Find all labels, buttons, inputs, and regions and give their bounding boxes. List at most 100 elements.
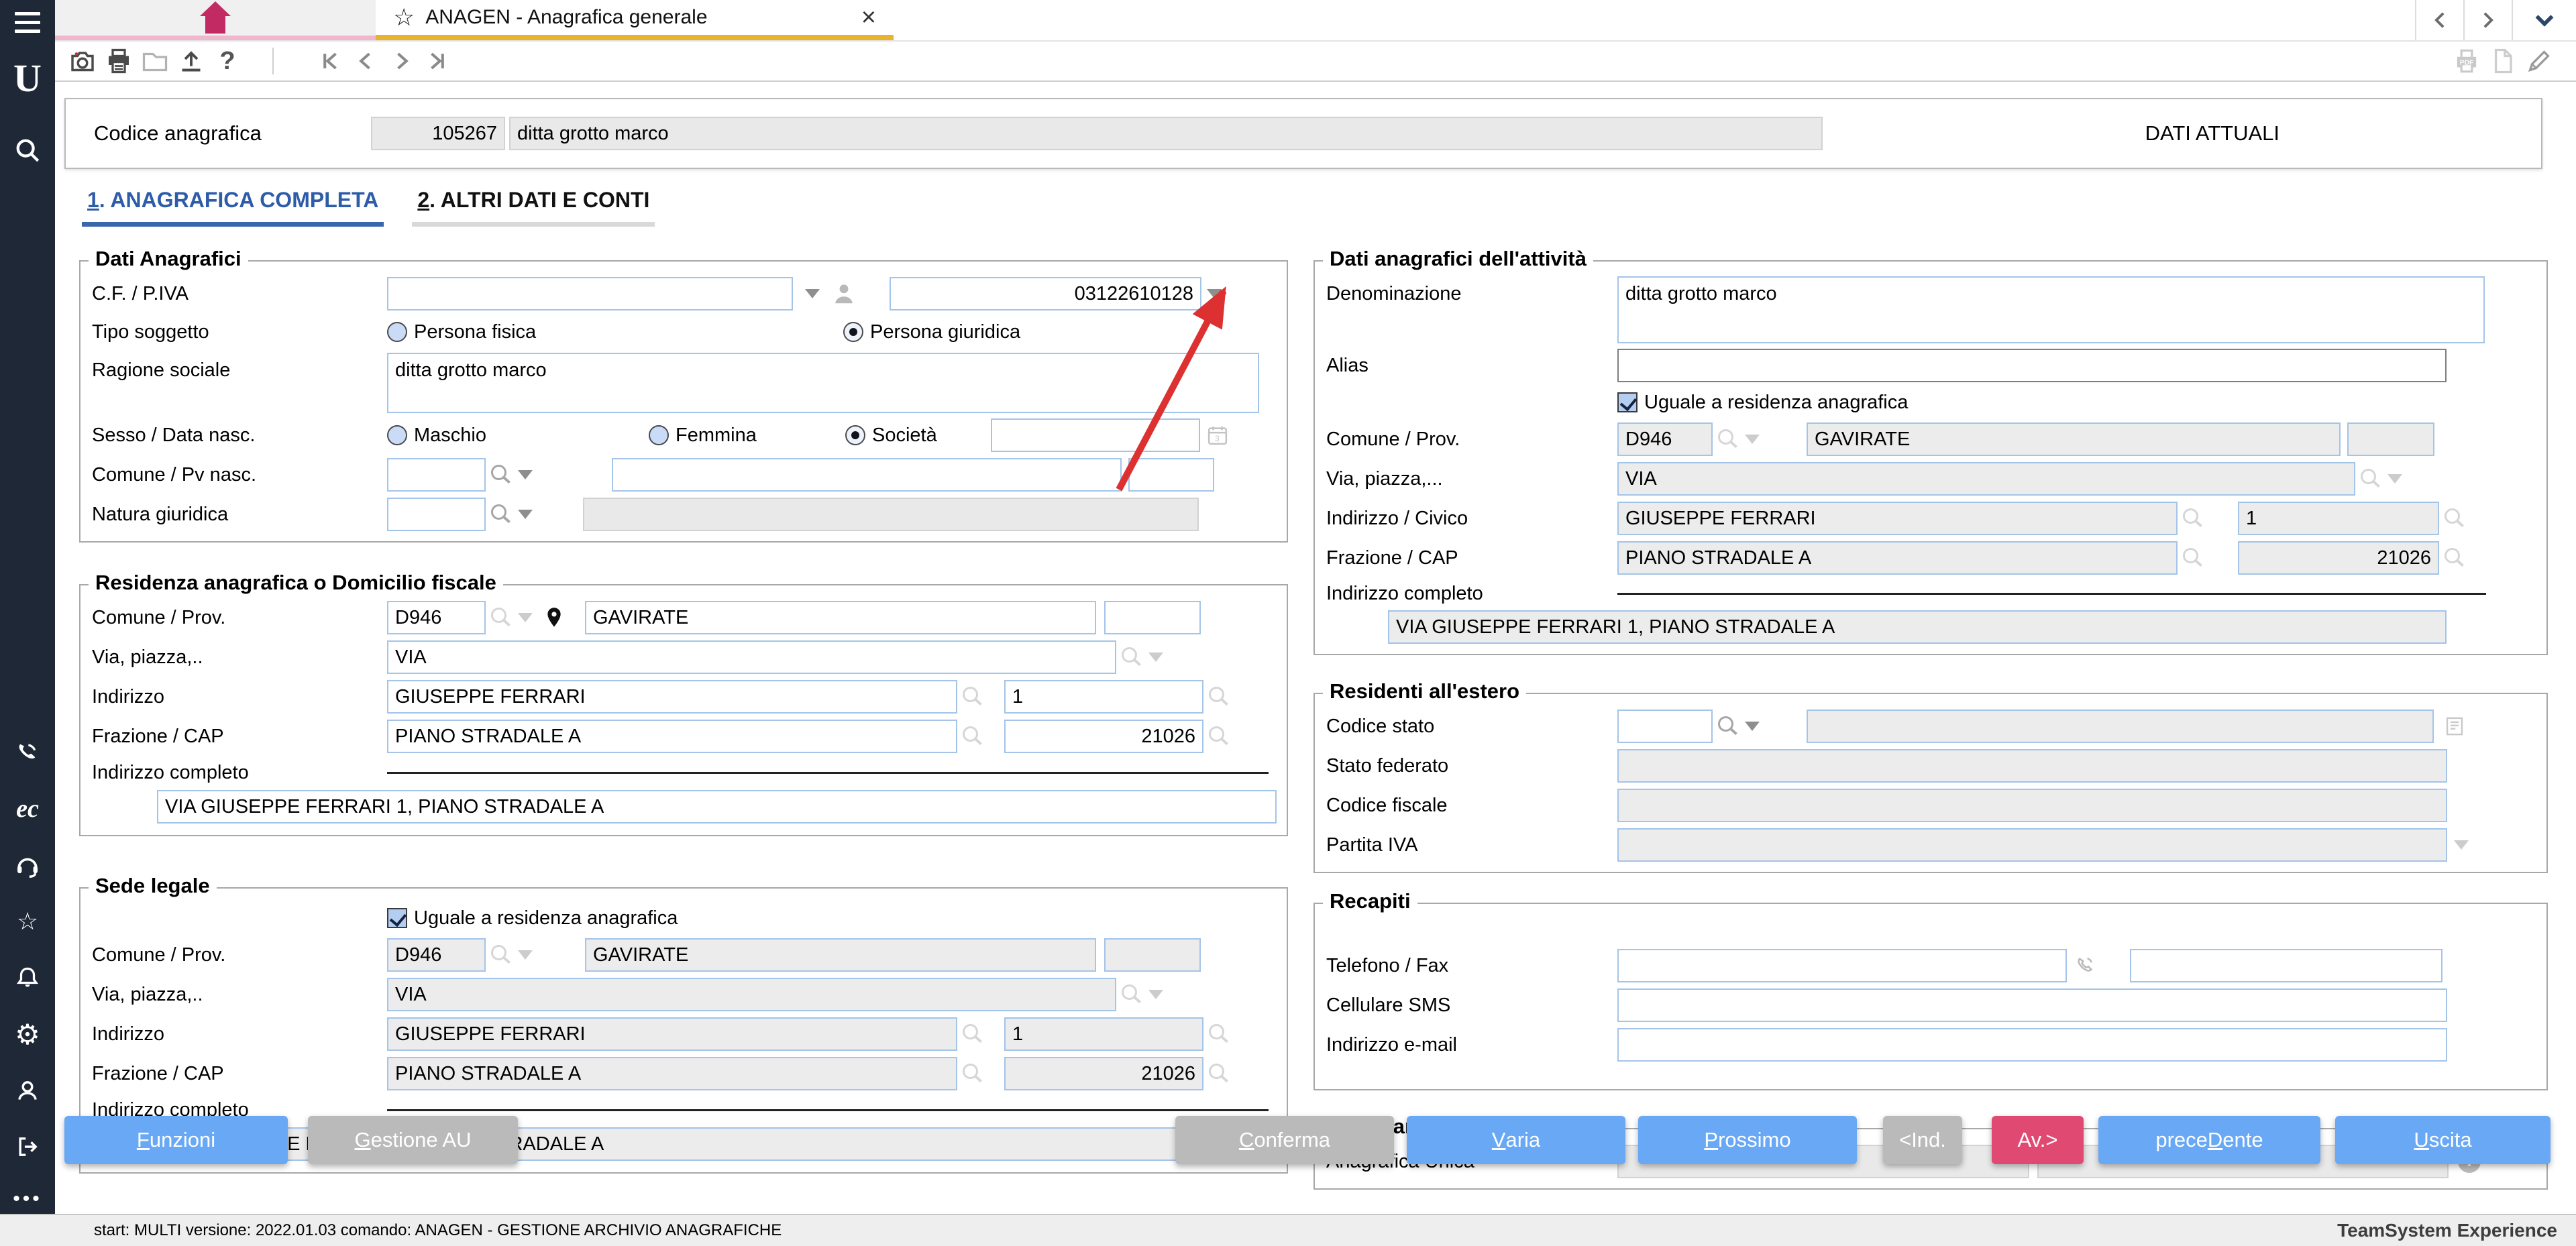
att-comune-dropdown-icon[interactable] bbox=[1745, 435, 1760, 444]
sede-via-input[interactable] bbox=[387, 978, 1116, 1011]
att-via-dropdown-icon[interactable] bbox=[2387, 474, 2402, 484]
codice-stato-input[interactable] bbox=[1617, 710, 1713, 743]
natura-giuridica-dropdown-icon[interactable] bbox=[518, 510, 533, 519]
res-frazione-input[interactable] bbox=[387, 720, 957, 753]
funzioni-button[interactable]: Funzioni bbox=[64, 1116, 288, 1164]
sede-comune-nome-input[interactable] bbox=[585, 938, 1096, 972]
telefono-input[interactable] bbox=[1617, 949, 2067, 982]
codice-fiscale-estero-input[interactable] bbox=[1617, 789, 2447, 822]
avanti-button[interactable]: Av.> bbox=[1992, 1116, 2084, 1164]
codice-anagrafica-value[interactable] bbox=[371, 117, 505, 150]
tab-altri-dati-e-conti[interactable]: 2. ALTRI DATI E CONTI bbox=[412, 188, 655, 227]
person-lookup-icon[interactable] bbox=[830, 280, 857, 307]
att-civico-search-icon[interactable] bbox=[2443, 506, 2465, 530]
sede-indirizzo-search-icon[interactable] bbox=[961, 1022, 983, 1046]
partita-iva-input[interactable] bbox=[890, 277, 1201, 310]
att-via-input[interactable] bbox=[1617, 462, 2355, 496]
att-prov-input[interactable] bbox=[2347, 422, 2434, 456]
comune-nascita-nome-input[interactable] bbox=[612, 458, 1122, 492]
ec-logo-icon[interactable]: ec bbox=[13, 794, 42, 824]
new-document-icon[interactable] bbox=[2485, 45, 2521, 77]
natura-giuridica-desc-input[interactable] bbox=[583, 498, 1199, 531]
print-pdf-icon[interactable]: PDF bbox=[2449, 45, 2485, 77]
screenshot-camera-icon[interactable] bbox=[64, 45, 101, 77]
phone-icon[interactable] bbox=[13, 738, 42, 767]
sede-cap-input[interactable] bbox=[1004, 1057, 1203, 1090]
att-comune-codice-input[interactable] bbox=[1617, 422, 1713, 456]
home-tab[interactable] bbox=[55, 0, 376, 40]
pv-nascita-input[interactable] bbox=[1128, 458, 1214, 492]
sede-via-search-icon[interactable] bbox=[1120, 982, 1142, 1007]
close-tab-icon[interactable]: × bbox=[861, 3, 876, 32]
radio-maschio[interactable] bbox=[387, 425, 407, 445]
sede-indirizzo-input[interactable] bbox=[387, 1017, 957, 1051]
radio-societa[interactable] bbox=[845, 425, 865, 445]
cellulare-input[interactable] bbox=[1617, 988, 2447, 1022]
data-nascita-input[interactable] bbox=[990, 418, 1200, 452]
sede-via-dropdown-icon[interactable] bbox=[1148, 990, 1163, 999]
att-indirizzo-input[interactable] bbox=[1617, 502, 2178, 535]
res-comune-nome-input[interactable] bbox=[585, 601, 1096, 634]
conferma-button[interactable]: Conferma bbox=[1175, 1116, 1394, 1164]
denominazione-header-value[interactable] bbox=[509, 117, 1823, 150]
more-ellipsis-icon[interactable]: ••• bbox=[13, 1184, 42, 1214]
alias-input[interactable] bbox=[1617, 349, 2447, 382]
favorite-star-icon[interactable]: ☆ bbox=[393, 3, 415, 32]
att-indirizzo-completo-input[interactable] bbox=[1388, 610, 2447, 644]
comune-nascita-codice-input[interactable] bbox=[387, 458, 486, 492]
tab-anagrafica-completa[interactable]: 1. ANAGRAFICA COMPLETA bbox=[82, 188, 384, 227]
help-icon[interactable]: ? bbox=[209, 45, 246, 77]
settings-gear-icon[interactable]: ⚙ bbox=[13, 1019, 42, 1050]
res-cap-input[interactable] bbox=[1004, 720, 1203, 753]
edit-pencil-icon[interactable] bbox=[2521, 45, 2557, 77]
sede-comune-codice-input[interactable] bbox=[387, 938, 486, 972]
codice-stato-search-icon[interactable] bbox=[1717, 714, 1738, 738]
sede-comune-dropdown-icon[interactable] bbox=[518, 950, 533, 960]
indietro-button[interactable]: <Ind. bbox=[1883, 1116, 1962, 1164]
att-frazione-input[interactable] bbox=[1617, 541, 2178, 575]
ragione-sociale-input[interactable]: ditta grotto marco bbox=[387, 353, 1259, 413]
sede-comune-search-icon[interactable] bbox=[490, 943, 511, 967]
menu-icon[interactable] bbox=[15, 12, 40, 38]
sede-civico-search-icon[interactable] bbox=[1208, 1022, 1229, 1046]
checkbox-uguale-residenza-sede[interactable] bbox=[387, 908, 407, 928]
phone-call-icon[interactable] bbox=[2074, 954, 2098, 978]
att-comune-nome-input[interactable] bbox=[1807, 422, 2341, 456]
print-icon[interactable] bbox=[101, 45, 137, 77]
previous-record-icon[interactable] bbox=[347, 45, 384, 77]
logout-icon[interactable] bbox=[13, 1132, 42, 1162]
natura-giuridica-search-icon[interactable] bbox=[490, 502, 511, 526]
att-via-search-icon[interactable] bbox=[2359, 467, 2381, 491]
country-list-icon[interactable] bbox=[2443, 715, 2466, 738]
email-input[interactable] bbox=[1617, 1028, 2447, 1062]
radio-persona-giuridica[interactable] bbox=[843, 322, 863, 342]
res-via-input[interactable] bbox=[387, 640, 1116, 674]
res-via-dropdown-icon[interactable] bbox=[1148, 653, 1163, 662]
res-cap-search-icon[interactable] bbox=[1208, 724, 1229, 748]
att-comune-search-icon[interactable] bbox=[1717, 427, 1738, 451]
res-indirizzo-search-icon[interactable] bbox=[961, 685, 983, 709]
cf-dropdown-icon[interactable] bbox=[805, 289, 820, 298]
fax-input[interactable] bbox=[2130, 949, 2443, 982]
att-indirizzo-search-icon[interactable] bbox=[2182, 506, 2203, 530]
comune-nascita-search-icon[interactable] bbox=[490, 463, 511, 487]
res-prov-input[interactable] bbox=[1104, 601, 1201, 634]
codice-stato-dropdown-icon[interactable] bbox=[1745, 722, 1760, 731]
denominazione-input[interactable]: ditta grotto marco bbox=[1617, 276, 2485, 343]
partita-iva-estero-input[interactable] bbox=[1617, 828, 2447, 862]
codice-fiscale-input[interactable] bbox=[387, 277, 793, 310]
precedente-button[interactable]: prece Dente bbox=[2098, 1116, 2320, 1164]
notifications-bell-icon[interactable] bbox=[13, 963, 42, 993]
radio-femmina[interactable] bbox=[649, 425, 669, 445]
res-civico-input[interactable] bbox=[1004, 680, 1203, 714]
partita-iva-estero-dropdown-icon[interactable] bbox=[2454, 840, 2469, 850]
res-civico-search-icon[interactable] bbox=[1208, 685, 1229, 709]
uscita-button[interactable]: Uscita bbox=[2335, 1116, 2551, 1164]
map-pin-icon[interactable] bbox=[543, 606, 565, 629]
att-cap-input[interactable] bbox=[2238, 541, 2439, 575]
res-frazione-search-icon[interactable] bbox=[961, 724, 983, 748]
checkbox-uguale-residenza-attivita[interactable] bbox=[1617, 392, 1638, 412]
sede-frazione-search-icon[interactable] bbox=[961, 1062, 983, 1086]
natura-giuridica-codice-input[interactable] bbox=[387, 498, 486, 531]
calendar-icon[interactable]: 3 bbox=[1205, 423, 1230, 447]
